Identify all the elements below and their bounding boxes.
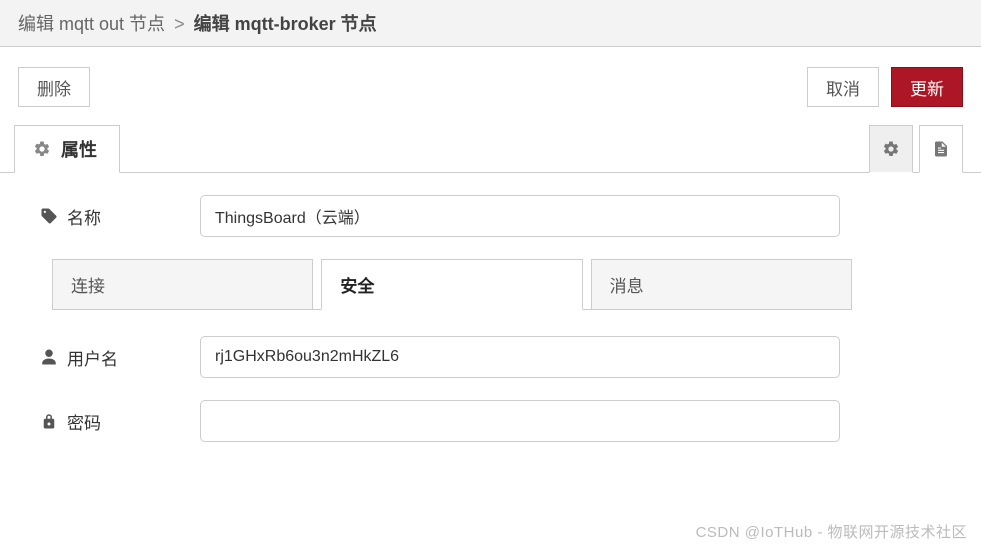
label-name: 名称 [40, 204, 200, 229]
watermark: CSDN @IoTHub - 物联网开源技术社区 [696, 521, 967, 542]
user-input[interactable] [200, 336, 840, 378]
update-button[interactable]: 更新 [891, 67, 963, 107]
label-password: 密码 [40, 409, 200, 434]
top-tabs-row: 属性 [0, 125, 981, 173]
label-password-text: 密码 [67, 409, 101, 434]
row-name: 名称 [40, 195, 941, 237]
label-name-text: 名称 [67, 204, 101, 229]
sub-tab-connection[interactable]: 连接 [52, 259, 313, 309]
label-user: 用户名 [40, 345, 200, 370]
gear-icon [882, 140, 900, 158]
label-user-text: 用户名 [67, 345, 118, 370]
tab-properties-label: 属性 [61, 136, 97, 162]
breadcrumb-current: 编辑 mqtt-broker 节点 [194, 14, 377, 34]
tabs-spacer [120, 125, 869, 172]
sub-tabs: 连接 安全 消息 [52, 259, 852, 310]
cancel-button[interactable]: 取消 [807, 67, 879, 107]
toolbar-right: 取消 更新 [807, 67, 963, 107]
tab-properties[interactable]: 属性 [14, 125, 120, 173]
breadcrumb-separator: > [170, 14, 189, 34]
lock-icon [40, 412, 58, 430]
delete-button[interactable]: 删除 [18, 67, 90, 107]
sub-tab-messages[interactable]: 消息 [591, 259, 852, 309]
tab-settings-panel[interactable] [869, 125, 913, 173]
form-area: 名称 连接 安全 消息 用户名 密码 [0, 173, 981, 442]
breadcrumb-parent[interactable]: 编辑 mqtt out 节点 [18, 14, 165, 34]
name-input[interactable] [200, 195, 840, 237]
breadcrumb: 编辑 mqtt out 节点 > 编辑 mqtt-broker 节点 [0, 0, 981, 47]
tag-icon [40, 207, 58, 225]
user-icon [40, 348, 58, 366]
document-icon [932, 140, 950, 158]
tab-description-panel[interactable] [919, 125, 963, 173]
gear-icon [33, 140, 51, 158]
sub-tab-security[interactable]: 安全 [321, 259, 582, 310]
row-user: 用户名 [40, 336, 941, 378]
password-input[interactable] [200, 400, 840, 442]
row-password: 密码 [40, 400, 941, 442]
toolbar: 删除 取消 更新 [0, 47, 981, 125]
